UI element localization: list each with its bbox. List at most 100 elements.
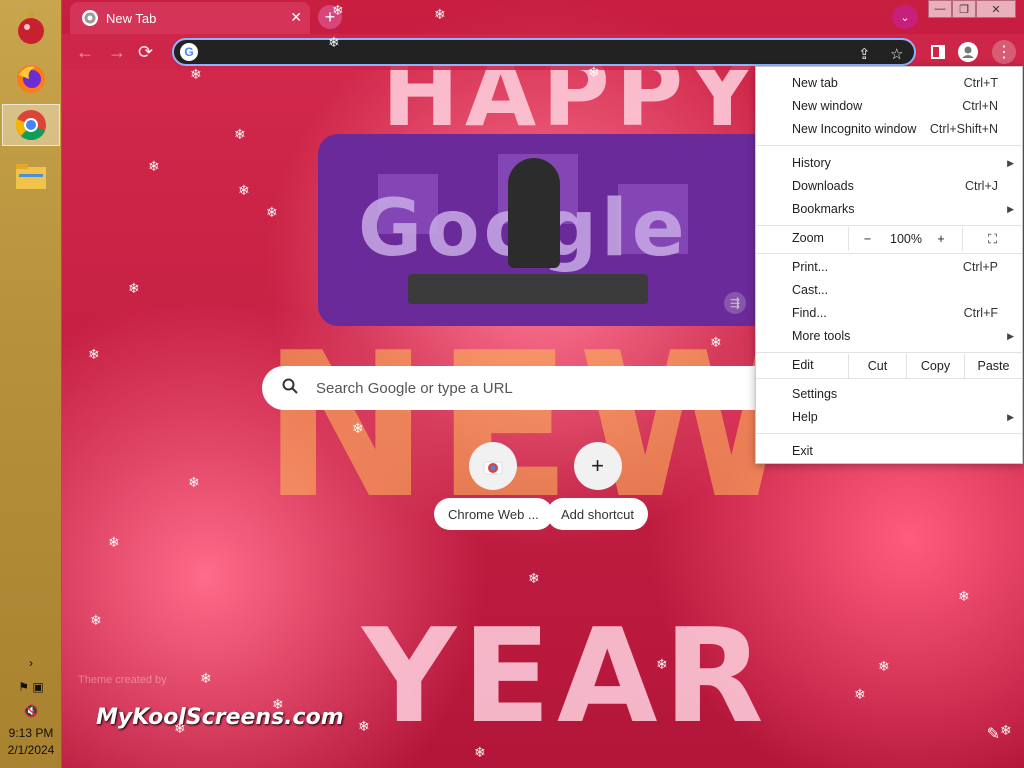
search-icon: [282, 378, 302, 399]
address-bar[interactable]: G ⇪ ☆: [172, 38, 916, 66]
shortcut-label: Chrome Web ...: [434, 498, 553, 530]
file-explorer-icon[interactable]: [8, 155, 54, 197]
snowflake-icon: ❄: [854, 686, 866, 702]
menu-item-new-window[interactable]: New window Ctrl+N: [756, 95, 1022, 117]
menu-separator: [756, 225, 1022, 226]
shortcut-text: Ctrl+F: [963, 306, 998, 320]
customize-pencil-icon[interactable]: ✎: [987, 724, 1000, 744]
snowflake-icon: ❄: [272, 696, 284, 712]
clock-date[interactable]: 2/1/2024: [0, 743, 62, 757]
bookmark-star-icon[interactable]: ☆: [890, 45, 903, 63]
back-button[interactable]: ←: [76, 42, 94, 63]
snowflake-icon: ❄: [328, 34, 340, 50]
chrome-favicon-icon: [82, 10, 98, 26]
snowflake-icon: ❄: [958, 588, 970, 604]
menu-item-more-tools[interactable]: More tools ▶: [756, 325, 1022, 347]
menu-item-new-incognito-window[interactable]: New Incognito window Ctrl+Shift+N: [756, 118, 1022, 140]
toolbar: ← → ⟳ G ⇪ ☆ ⋮: [62, 34, 1024, 70]
volume-muted-icon[interactable]: 🔇: [0, 704, 62, 718]
search-placeholder: Search Google or type a URL: [316, 379, 513, 397]
zoom-level: 100%: [890, 232, 922, 246]
menu-separator: [756, 253, 1022, 254]
menu-item-new-tab[interactable]: New tab Ctrl+T: [756, 72, 1022, 94]
snowflake-icon: ❄: [238, 182, 250, 198]
shortcut-text: Ctrl+Shift+N: [929, 122, 998, 136]
menu-item-exit[interactable]: Exit: [756, 440, 1022, 462]
snowflake-icon: ❄: [188, 474, 200, 490]
shortcut-text: Ctrl+J: [965, 179, 998, 193]
firefox-icon[interactable]: [8, 58, 54, 100]
search-box[interactable]: Search Google or type a URL: [262, 366, 758, 410]
shortcut-chrome-web-store[interactable]: Chrome Web ...: [434, 442, 553, 530]
snowflake-icon: ❄: [88, 346, 100, 362]
menu-item-print[interactable]: Print... Ctrl+P: [756, 256, 1022, 278]
snowflake-icon: ❄: [332, 2, 344, 18]
google-g-icon: G: [180, 43, 198, 61]
menu-edit-row: Edit Cut Copy Paste: [756, 354, 1022, 378]
menu-item-bookmarks[interactable]: Bookmarks ▶: [756, 198, 1022, 220]
side-panel-icon[interactable]: [928, 42, 948, 62]
ornament-icon[interactable]: [8, 8, 54, 50]
submenu-arrow-icon: ▶: [1007, 157, 1014, 168]
add-shortcut-button[interactable]: + Add shortcut: [547, 442, 648, 530]
menu-item-downloads[interactable]: Downloads Ctrl+J: [756, 175, 1022, 197]
zoom-out-button[interactable]: −: [848, 227, 886, 251]
paste-button[interactable]: Paste: [964, 354, 1022, 378]
snowflake-icon: ❄: [234, 126, 246, 142]
menu-separator: [756, 378, 1022, 379]
snowflake-icon: ❄: [1000, 722, 1012, 738]
minimize-button[interactable]: —: [928, 0, 952, 18]
close-tab-icon[interactable]: ✕: [290, 9, 302, 26]
clock-time[interactable]: 9:13 PM: [0, 726, 62, 740]
watermark: MyKoolScreens.com: [96, 705, 344, 730]
tab-search-button[interactable]: ⌄: [892, 5, 918, 29]
cut-button[interactable]: Cut: [848, 354, 906, 378]
menu-item-cast[interactable]: Cast...: [756, 279, 1022, 301]
theme-credit: Theme created by: [78, 674, 167, 686]
reload-button[interactable]: ⟳: [138, 42, 153, 63]
submenu-arrow-icon: ▶: [1007, 330, 1014, 341]
menu-item-settings[interactable]: Settings: [756, 383, 1022, 405]
tray-flag-icon[interactable]: ⚑ ▣: [0, 680, 62, 694]
menu-separator: [756, 145, 1022, 146]
profile-avatar-icon[interactable]: [958, 42, 978, 62]
restore-button[interactable]: ❐: [952, 0, 976, 18]
plus-icon: +: [573, 442, 622, 490]
close-window-button[interactable]: ✕: [976, 0, 1016, 18]
chrome-menu-button[interactable]: ⋮: [992, 40, 1016, 64]
snowflake-icon: ❄: [190, 66, 202, 82]
chrome-web-store-icon: [469, 442, 518, 490]
tab-title: New Tab: [106, 10, 157, 26]
fullscreen-icon[interactable]: ⛶: [962, 227, 1022, 251]
shortcut-text: Ctrl+N: [962, 99, 998, 113]
show-hidden-icons[interactable]: ›: [0, 656, 62, 670]
share-icon[interactable]: ⇪: [858, 45, 871, 63]
tab-strip: New Tab ✕ + ⌄ — ❐ ✕: [62, 0, 1024, 34]
chrome-menu: New tab Ctrl+T New window Ctrl+N New Incog…: [755, 66, 1023, 464]
zoom-in-button[interactable]: +: [926, 227, 956, 251]
shortcut-label: Add shortcut: [547, 498, 648, 530]
snowflake-icon: ❄: [352, 420, 364, 436]
snowflake-icon: ❄: [434, 6, 446, 22]
doodle-share-icon[interactable]: ⇶: [724, 292, 746, 314]
menu-item-find[interactable]: Find... Ctrl+F: [756, 302, 1022, 324]
snowflake-icon: ❄: [108, 534, 120, 550]
doodle-figure: [508, 158, 560, 268]
snowflake-icon: ❄: [474, 744, 486, 760]
forward-button[interactable]: →: [108, 42, 126, 63]
google-doodle[interactable]: Google ⇶: [318, 134, 758, 326]
snowflake-icon: ❄: [656, 656, 668, 672]
tab-new-tab[interactable]: New Tab ✕: [70, 2, 310, 34]
submenu-arrow-icon: ▶: [1007, 411, 1014, 422]
copy-button[interactable]: Copy: [906, 354, 964, 378]
chrome-icon[interactable]: [2, 104, 60, 146]
taskbar: › ⚑ ▣ 🔇 9:13 PM 2/1/2024: [0, 0, 62, 768]
snowflake-icon: ❄: [588, 64, 600, 80]
menu-item-history[interactable]: History ▶: [756, 152, 1022, 174]
shortcut-text: Ctrl+T: [963, 76, 998, 90]
menu-item-help[interactable]: Help ▶: [756, 406, 1022, 428]
snowflake-icon: ❄: [200, 670, 212, 686]
snowflake-icon: ❄: [878, 658, 890, 674]
snowflake-icon: ❄: [148, 158, 160, 174]
snowflake-icon: ❄: [710, 334, 722, 350]
